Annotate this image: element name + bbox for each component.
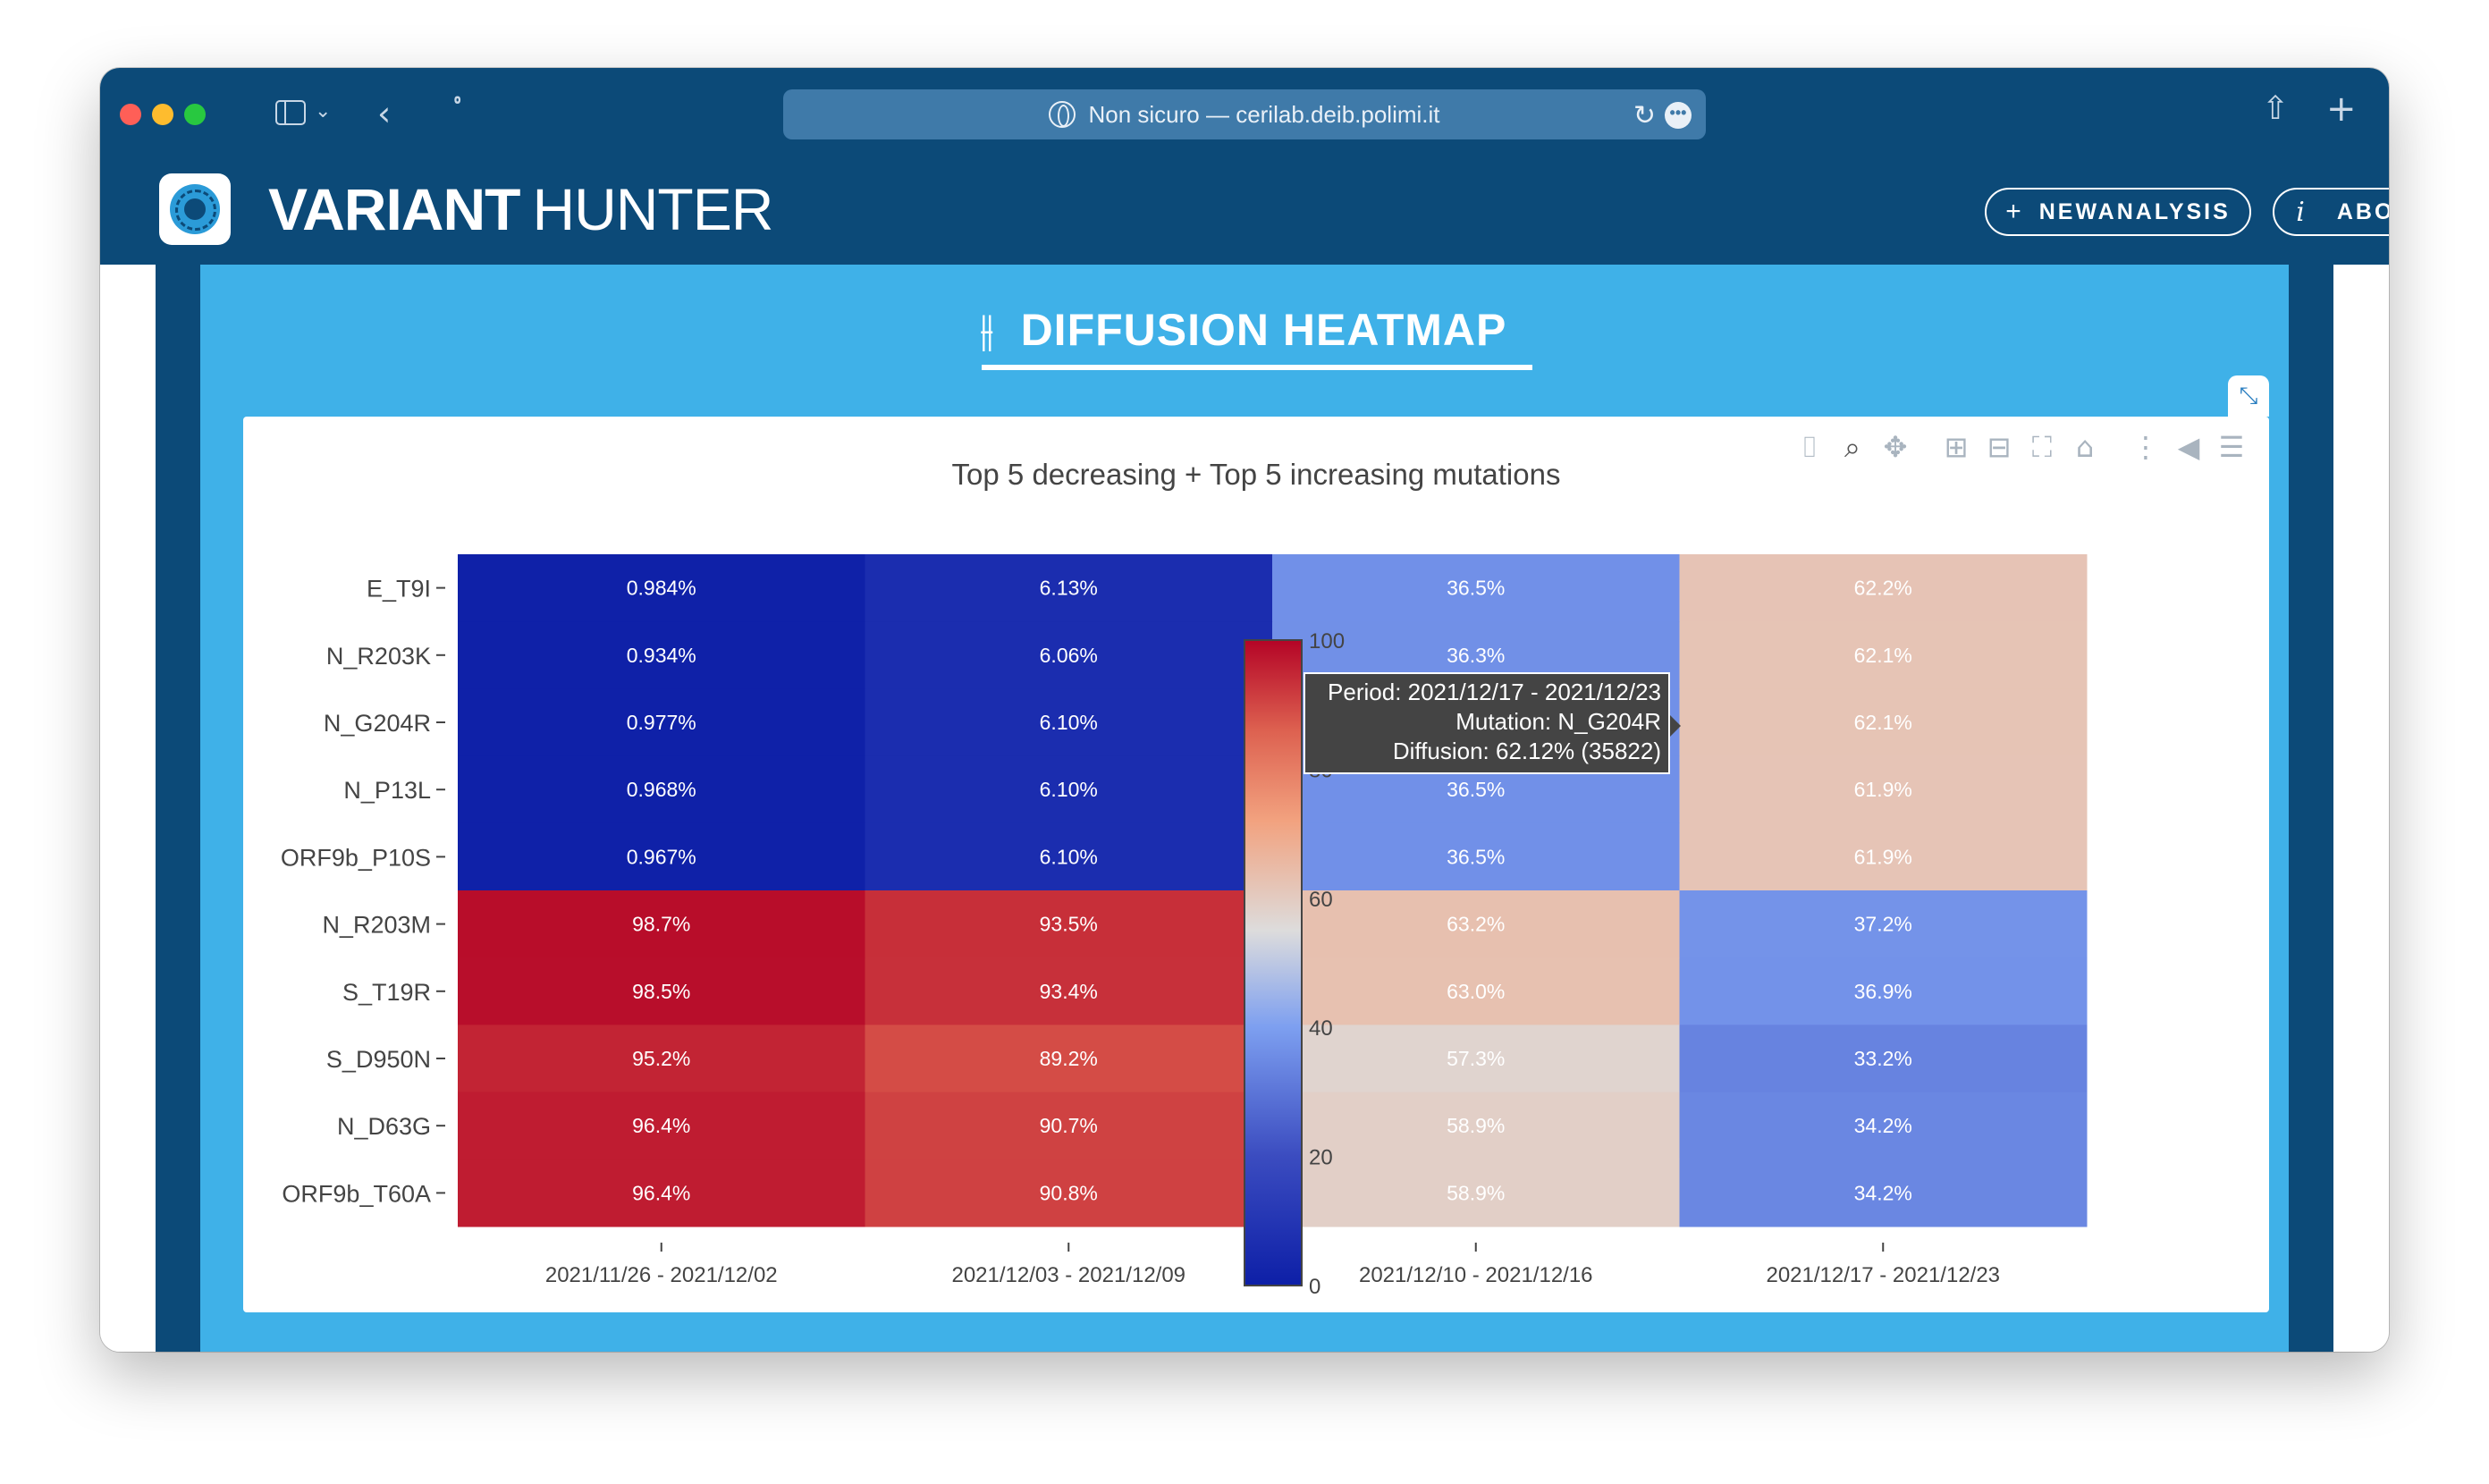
cell-value-label: 90.7% — [1040, 1114, 1098, 1137]
cell-value-label: 93.5% — [1040, 913, 1098, 936]
cell-value-label: 62.1% — [1854, 644, 1912, 667]
colorbar-gradient — [1244, 639, 1303, 1286]
cell-value-label: 6.10% — [1040, 711, 1098, 734]
cell-value-label: 34.2% — [1854, 1114, 1912, 1137]
y-tick-label: ORF9b_P10S — [281, 844, 431, 871]
cell-value-label: 96.4% — [632, 1114, 690, 1137]
y-tick-label: ORF9b_T60A — [282, 1180, 431, 1207]
tooltip-mutation: Mutation: N_G204R — [1455, 708, 1661, 735]
cell-value-label: 6.13% — [1040, 577, 1098, 600]
heatmap-chart[interactable]: 0.984% 6.13% 36.5% 62.2% 0.934% 6.06% 36.3% 62.… — [100, 68, 2389, 1352]
tooltip-period: Period: 2021/12/17 - 2021/12/23 — [1328, 679, 1661, 705]
cell-value-label: 0.968% — [627, 778, 696, 801]
browser-window: ⌄ ‹ ﾟ Non sicuro — cerilab.deib.polimi.i… — [100, 68, 2389, 1352]
tooltip-diffusion: Diffusion: 62.12% (35822) — [1392, 738, 1661, 764]
y-tick-label: N_R203M — [322, 912, 431, 939]
cell-value-label: 37.2% — [1854, 913, 1912, 936]
cell-value-label: 62.2% — [1854, 577, 1912, 600]
cell-value-label: 36.5% — [1447, 778, 1505, 801]
y-tick-label: S_D950N — [326, 1046, 431, 1073]
x-tick-label: 2021/12/17 - 2021/12/23 — [1766, 1263, 2000, 1287]
y-tick-label: N_R203K — [326, 643, 431, 670]
cell-value-label: 61.9% — [1854, 778, 1912, 801]
cell-value-label: 0.977% — [627, 711, 696, 734]
cell-value-label: 36.5% — [1447, 577, 1505, 600]
x-tick-label: 2021/12/10 - 2021/12/16 — [1359, 1263, 1593, 1287]
colorbar-tick-label: 100 — [1309, 629, 1345, 653]
cell-value-label: 93.4% — [1040, 980, 1098, 1003]
cell-value-label: 36.5% — [1447, 845, 1505, 868]
cell-value-label: 98.5% — [632, 980, 690, 1003]
colorbar-tick-label: 40 — [1309, 1016, 1333, 1041]
cell-value-label: 0.934% — [627, 644, 696, 667]
cell-value-label: 63.2% — [1447, 913, 1505, 936]
colorbar-tick-label: 20 — [1309, 1146, 1333, 1170]
colorbar-tick-label: 60 — [1309, 888, 1333, 912]
cell-value-label: 61.9% — [1854, 845, 1912, 868]
cell-value-label: 98.7% — [632, 913, 690, 936]
cell-value-label: 6.06% — [1040, 644, 1098, 667]
cell-value-label: 57.3% — [1447, 1047, 1505, 1070]
cell-value-label: 90.8% — [1040, 1181, 1098, 1204]
y-tick-label: N_D63G — [337, 1113, 431, 1140]
y-tick-label: E_T9I — [367, 576, 431, 603]
y-tick-label: S_T19R — [342, 979, 431, 1006]
x-tick-label: 2021/12/03 - 2021/12/09 — [951, 1263, 1185, 1287]
y-tick-label: N_P13L — [343, 777, 431, 804]
cell-value-label: 58.9% — [1447, 1181, 1505, 1204]
cell-value-label: 0.967% — [627, 845, 696, 868]
cell-value-label: 36.9% — [1854, 980, 1912, 1003]
cell-value-label: 6.10% — [1040, 778, 1098, 801]
cell-value-label: 95.2% — [632, 1047, 690, 1070]
cell-value-label: 34.2% — [1854, 1181, 1912, 1204]
cell-value-label: 33.2% — [1854, 1047, 1912, 1070]
cell-value-label: 96.4% — [632, 1181, 690, 1204]
x-tick-label: 2021/11/26 - 2021/12/02 — [545, 1263, 778, 1287]
cell-value-label: 89.2% — [1040, 1047, 1098, 1070]
hover-tooltip: Period: 2021/12/17 - 2021/12/23 Mutation… — [1304, 672, 1681, 774]
colorbar-tick-label: 0 — [1309, 1275, 1320, 1299]
cell-value-label: 58.9% — [1447, 1114, 1505, 1137]
cell-value-label: 63.0% — [1447, 980, 1505, 1003]
y-tick-label: N_G204R — [324, 710, 431, 737]
cell-value-label: 36.3% — [1447, 644, 1505, 667]
y-axis-labels: E_T9I N_R203K N_G204R N_P13L ORF9b_P10S N_R20… — [281, 576, 445, 1207]
cell-value-label: 6.10% — [1040, 845, 1098, 868]
cell-value-label: 0.984% — [627, 577, 696, 600]
cell-value-label: 62.1% — [1854, 711, 1912, 734]
